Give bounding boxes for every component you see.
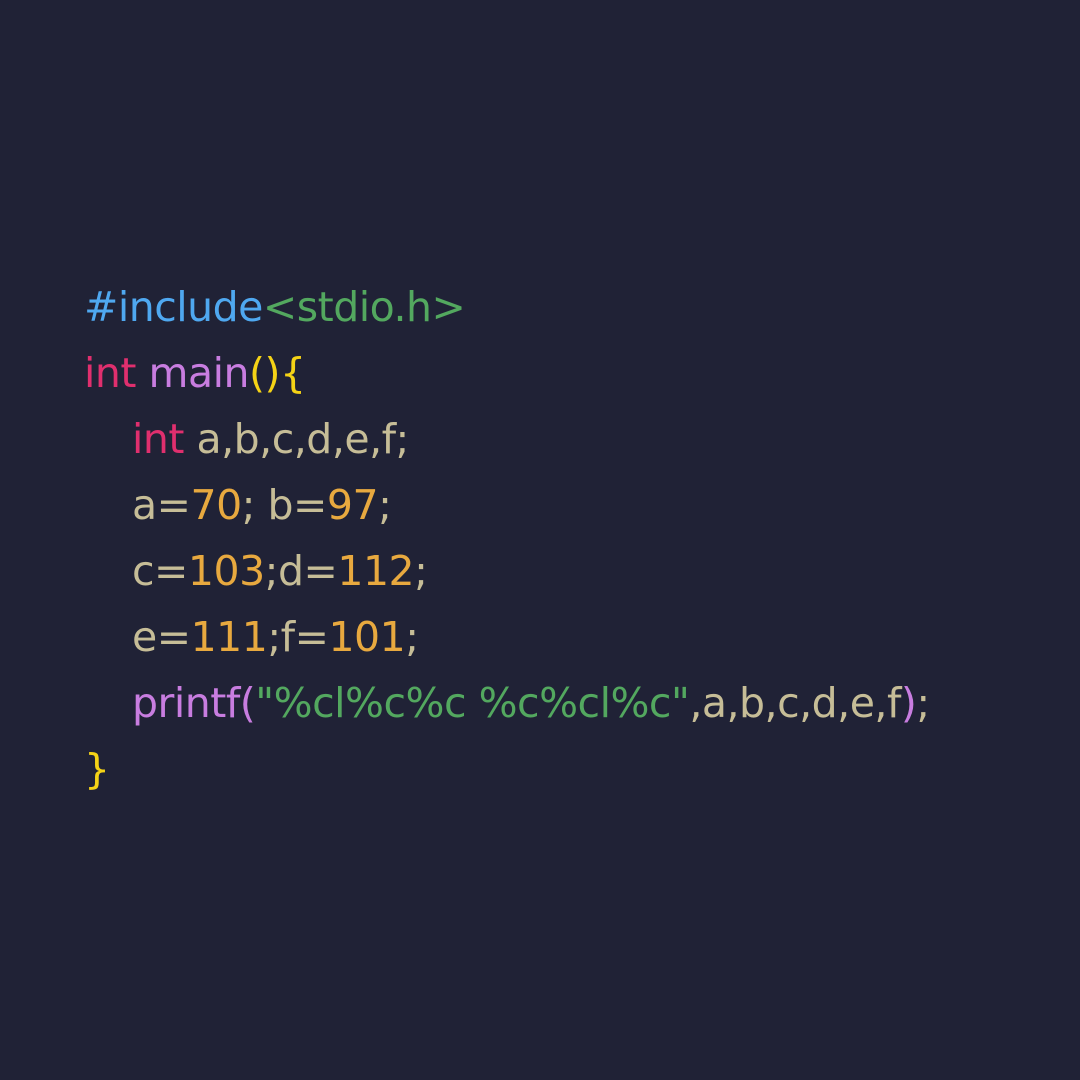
code-token-identifier: ; b= — [241, 481, 328, 529]
code-line: int a,b,c,d,e,f; — [84, 406, 930, 472]
code-token-number: 97 — [326, 481, 379, 529]
code-token-identifier: ;d= — [264, 547, 338, 595]
code-line: } — [84, 736, 930, 802]
code-token-paren: ( — [239, 679, 256, 727]
code-token-function: main — [148, 349, 250, 397]
code-token-identifier: ;f= — [267, 613, 329, 661]
code-token-keyword: int — [132, 415, 197, 463]
code-token-identifier: c= — [132, 547, 188, 595]
code-token-paren: ) — [900, 679, 917, 727]
code-line: int main(){ — [84, 340, 930, 406]
code-token-number: 111 — [190, 613, 268, 661]
code-token-number: 103 — [187, 547, 265, 595]
code-token-punctuation: ; — [378, 481, 392, 529]
code-token-identifier: a= — [132, 481, 191, 529]
code-token-punctuation: ; — [916, 679, 930, 727]
code-token-identifier: a,b,c,d,e,f; — [196, 415, 410, 463]
code-line: #include<stdio.h> — [84, 274, 930, 340]
code-token-identifier: e= — [132, 613, 191, 661]
code-token-bracket: } — [84, 745, 110, 793]
code-block: #include<stdio.h> int main(){int a,b,c,d,… — [84, 274, 930, 802]
code-token-keyword: int — [84, 349, 149, 397]
code-token-string: "%cl%c%c %c%cl%c" — [255, 679, 690, 727]
code-token-punctuation: ; — [405, 613, 419, 661]
code-token-number: 70 — [190, 481, 242, 529]
code-token-number: 101 — [328, 613, 406, 661]
code-line: e=111;f=101; — [84, 604, 930, 670]
code-token-bracket: (){ — [248, 349, 306, 397]
code-token-punctuation: ; — [414, 547, 428, 595]
code-line: a=70; b=97; — [84, 472, 930, 538]
code-token-identifier: ,a,b,c,d,e,f — [689, 679, 901, 727]
code-line: c=103;d=112; — [84, 538, 930, 604]
code-token-function: printf — [132, 679, 240, 727]
code-token-header-name: <stdio.h> — [262, 283, 466, 331]
code-line: printf("%cl%c%c %c%cl%c",a,b,c,d,e,f); — [84, 670, 930, 736]
code-token-number: 112 — [337, 547, 415, 595]
code-panel: #include<stdio.h> int main(){int a,b,c,d,… — [0, 0, 1080, 1080]
code-token-directive: #include — [84, 283, 263, 331]
